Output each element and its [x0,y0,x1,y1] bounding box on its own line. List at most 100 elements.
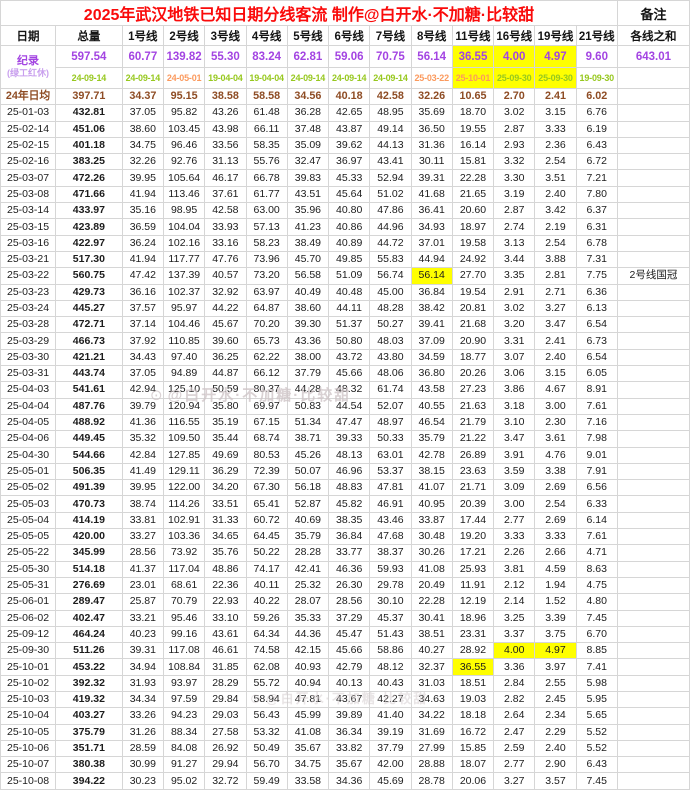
average-value-cell: 34.37 [122,89,163,105]
record-value-cell: 139.82 [163,46,204,68]
value-cell: 52.94 [370,170,411,186]
record-label: 纪录 [1,55,55,68]
value-cell: 40.93 [287,659,328,675]
value-cell: 33.77 [329,545,370,561]
total-cell: 421.21 [56,349,123,365]
value-cell: 17.44 [452,512,493,528]
value-cell: 63.00 [246,203,287,219]
total-cell: 420.00 [56,529,123,545]
value-cell: 36.28 [287,105,328,121]
value-cell: 48.97 [370,414,411,430]
value-cell: 28.56 [329,594,370,610]
value-cell: 127.85 [163,447,204,463]
table-row: 25-03-23429.7336.16102.3732.9263.9740.49… [1,284,690,300]
table-row: 25-03-24445.2737.5795.9744.2264.8738.604… [1,300,690,316]
value-cell: 41.40 [370,708,411,724]
record-value-cell: 83.24 [246,46,287,68]
value-cell: 48.03 [370,333,411,349]
value-cell: 4.59 [535,561,576,577]
total-cell: 432.81 [56,105,123,121]
value-cell: 66.78 [246,170,287,186]
value-cell: 6.76 [576,105,617,121]
value-cell: 103.36 [163,529,204,545]
value-cell: 2.81 [535,268,576,284]
date-cell: 25-10-04 [1,708,56,724]
value-cell: 45.33 [329,170,370,186]
table-row: 25-10-07380.3830.9991.2729.9456.7034.753… [1,757,690,773]
value-cell: 34.75 [287,757,328,773]
date-cell: 25-02-14 [1,121,56,137]
column-header-7: 6号线 [329,26,370,46]
value-cell: 6.13 [576,300,617,316]
value-cell: 29.78 [370,577,411,593]
value-cell: 59.93 [370,561,411,577]
value-cell: 23.31 [452,626,493,642]
value-cell: 37.05 [122,105,163,121]
value-cell: 34.59 [411,349,452,365]
value-cell: 18.96 [452,610,493,626]
value-cell: 28.88 [411,757,452,773]
table-row: 25-05-03470.7338.74114.2633.5165.4152.87… [1,496,690,512]
value-cell: 56.58 [287,268,328,284]
value-cell: 105.64 [163,170,204,186]
value-cell: 48.83 [329,480,370,496]
value-cell: 45.26 [287,447,328,463]
value-cell: 2.55 [535,675,576,691]
table-row: 25-02-16383.2532.2692.7631.1355.7632.473… [1,154,690,170]
value-cell: 25.93 [452,561,493,577]
date-cell: 25-03-29 [1,333,56,349]
value-cell: 2.19 [535,219,576,235]
value-cell: 43.67 [329,691,370,707]
value-cell: 5.52 [576,724,617,740]
value-cell: 64.45 [246,529,287,545]
value-cell: 33.10 [205,610,246,626]
value-cell: 19.03 [452,691,493,707]
record-value-cell: 60.77 [122,46,163,68]
value-cell: 39.31 [411,170,452,186]
value-cell: 33.56 [205,137,246,153]
value-cell: 97.40 [163,349,204,365]
value-cell: 38.60 [287,300,328,316]
value-cell: 3.51 [535,170,576,186]
value-cell: 58.86 [370,643,411,659]
value-cell: 3.81 [494,561,535,577]
value-cell: 31.13 [205,154,246,170]
value-cell: 31.93 [122,675,163,691]
value-cell: 72.39 [246,463,287,479]
value-cell: 59.49 [246,773,287,789]
value-cell: 63.01 [370,447,411,463]
value-cell: 3.10 [494,414,535,430]
value-cell: 16.14 [452,137,493,153]
date-cell: 25-05-31 [1,577,56,593]
table-row: 25-09-30511.2639.31117.0846.6174.5842.15… [1,643,690,659]
value-cell: 7.75 [576,268,617,284]
value-cell: 44.54 [329,398,370,414]
value-cell: 41.07 [411,480,452,496]
value-cell: 48.32 [329,382,370,398]
value-cell: 21.22 [452,431,493,447]
value-cell: 3.32 [494,154,535,170]
remark-cell [617,529,689,545]
value-cell: 2.54 [535,154,576,170]
value-cell: 34.93 [411,219,452,235]
date-cell: 25-10-02 [1,675,56,691]
value-cell: 116.55 [163,414,204,430]
value-cell: 35.76 [205,545,246,561]
remark-cell [617,349,689,365]
value-cell: 3.91 [494,447,535,463]
value-cell: 60.72 [246,512,287,528]
value-cell: 49.14 [370,121,411,137]
value-cell: 36.41 [411,203,452,219]
remark-cell [617,610,689,626]
value-cell: 2.29 [535,724,576,740]
value-cell: 55.72 [246,675,287,691]
table-row: 25-10-06351.7128.5984.0826.9250.4935.673… [1,740,690,756]
value-cell: 3.88 [535,251,576,267]
value-cell: 2.90 [535,757,576,773]
value-cell: 3.27 [494,773,535,789]
date-cell: 25-06-02 [1,610,56,626]
record-date-cell: 25-03-22 [411,68,452,89]
average-value-cell: 40.18 [329,89,370,105]
date-cell: 25-05-03 [1,496,56,512]
value-cell: 110.85 [163,333,204,349]
